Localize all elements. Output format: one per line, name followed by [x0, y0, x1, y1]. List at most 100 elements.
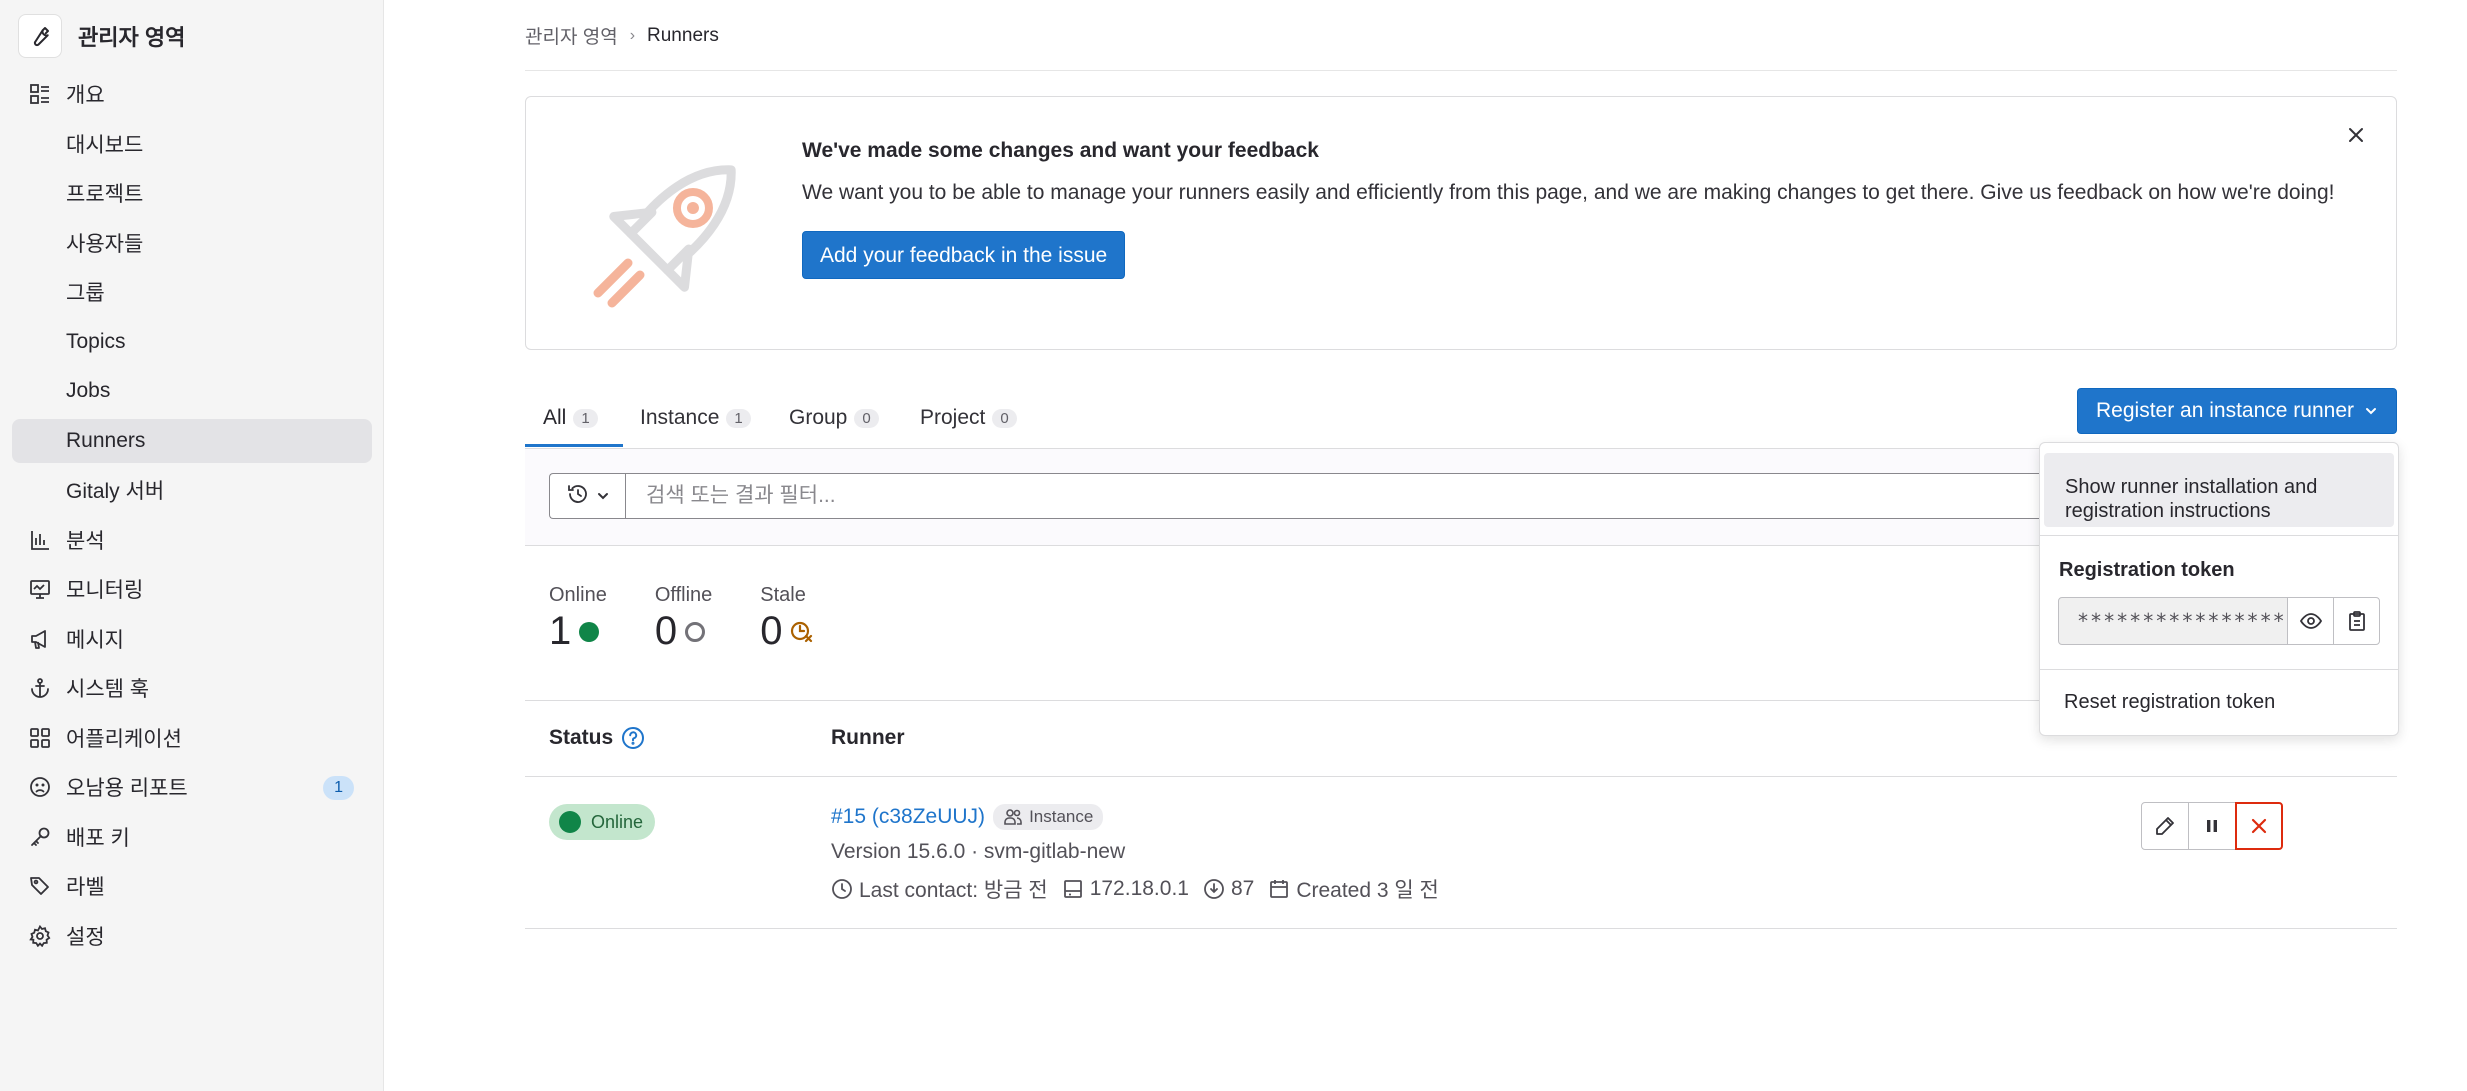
registration-token-field[interactable]: ****************: [2058, 597, 2288, 645]
sidebar-title: 관리자 영역: [78, 25, 186, 50]
sidebar-item-users[interactable]: 사용자들: [12, 221, 372, 265]
status-stale-icon: [789, 619, 815, 645]
runner-created: Created 3 일 전: [1296, 879, 1439, 902]
sidebar-item-labels[interactable]: 라벨: [12, 864, 372, 908]
sidebar-item-system-hooks[interactable]: 시스템 훅: [12, 666, 372, 710]
sidebar-item-deploy-keys[interactable]: 배포 키: [12, 815, 372, 859]
calendar-icon: [1268, 878, 1290, 900]
runner-jobs-count: 87: [1230, 877, 1255, 900]
search-input[interactable]: 검색 또는 결과 필터...: [625, 473, 2125, 519]
register-runner-dropdown: Show runner installation and registratio…: [2039, 442, 2399, 736]
runner-stats: Online 1 Offline 0 Stale 0: [549, 584, 863, 654]
sidebar-item-label: 그룹: [66, 282, 105, 305]
column-header-status: Status: [549, 726, 645, 750]
ip-address-icon: [1062, 878, 1084, 900]
sidebar-item-label: Jobs: [66, 379, 111, 402]
help-icon[interactable]: [621, 726, 645, 750]
runner-last-contact: Last contact: 방금 전: [859, 879, 1048, 902]
sidebar-item-messages[interactable]: 메시지: [12, 617, 372, 661]
tab-project[interactable]: Project 0: [920, 388, 1017, 448]
status-badge-label: Online: [591, 811, 644, 832]
breadcrumb-current[interactable]: Runners: [647, 25, 719, 47]
tab-label: Group: [789, 406, 848, 429]
tab-label: All: [543, 406, 567, 429]
stat-value: 0: [760, 609, 783, 653]
pencil-icon: [2154, 815, 2176, 837]
stat-offline: Offline 0: [655, 584, 712, 654]
sidebar-item-runners[interactable]: Runners: [12, 418, 372, 463]
chevron-right-icon: ›: [629, 26, 636, 44]
sidebar-header: 관리자 영역: [18, 14, 186, 58]
sidebar-item-gitaly[interactable]: Gitaly 서버: [12, 468, 372, 512]
rocket-illustration-icon: [593, 165, 736, 308]
tab-group[interactable]: Group 0: [789, 388, 879, 448]
sidebar-item-label: Runners: [66, 428, 146, 452]
breadcrumb: 관리자 영역 › Runners: [525, 22, 719, 49]
sidebar-item-label: Gitaly 서버: [66, 480, 165, 503]
runner-version: Version 15.6.0 · svm-gitlab-new: [831, 840, 1126, 863]
sidebar-item-groups[interactable]: 그룹: [12, 270, 372, 314]
feedback-title: We've made some changes and want your fe…: [802, 139, 1319, 162]
stat-label: Offline: [654, 584, 713, 606]
sidebar-item-label: 설정: [66, 925, 105, 949]
sidebar-item-label: 분석: [66, 529, 105, 553]
history-icon: [566, 482, 590, 511]
pause-runner-button[interactable]: [2188, 802, 2236, 850]
delete-runner-button[interactable]: [2235, 802, 2283, 850]
register-runner-button[interactable]: Register an instance runner: [2077, 388, 2397, 434]
registration-token-heading: Registration token: [2059, 559, 2235, 581]
runner-type-label: Instance: [1029, 807, 1094, 826]
status-online-icon: [577, 620, 601, 644]
bullhorn-icon: [28, 627, 52, 651]
sidebar-item-settings[interactable]: 설정: [12, 914, 372, 958]
sidebar-item-topics[interactable]: Topics: [12, 320, 372, 364]
edit-runner-button[interactable]: [2141, 802, 2189, 850]
copy-token-button[interactable]: [2333, 597, 2380, 645]
sidebar-item-label: 오남용 리포트: [66, 777, 188, 800]
divider: [525, 70, 2397, 71]
column-header-runner: Runner: [831, 726, 905, 749]
divider: [2040, 669, 2398, 670]
tab-count-badge: 1: [726, 408, 751, 428]
stat-stale: Stale 0: [760, 584, 814, 654]
search-history-dropdown[interactable]: [549, 473, 625, 519]
reveal-token-button[interactable]: [2287, 597, 2334, 645]
key-icon: [28, 825, 52, 849]
overview-icon: [28, 82, 52, 106]
sidebar-item-applications[interactable]: 어플리케이션: [12, 716, 372, 760]
stat-value: 0: [654, 609, 678, 653]
anchor-icon: [28, 676, 52, 700]
show-instructions-menu-item[interactable]: Show runner installation and registratio…: [2044, 453, 2394, 527]
sidebar-item-label: 메시지: [66, 628, 124, 652]
tab-instance[interactable]: Instance 1: [640, 388, 751, 448]
register-runner-label: Register an instance runner: [2096, 399, 2354, 422]
sidebar-item-label: 대시보드: [66, 133, 144, 157]
runner-meta: Last contact: 방금 전 172.18.0.1 87 Created…: [831, 874, 1453, 904]
sidebar-item-dashboard[interactable]: 대시보드: [12, 122, 372, 166]
status-badge: Online: [549, 804, 656, 840]
eye-icon: [2299, 609, 2323, 633]
runner-link[interactable]: #15 (c38ZeUUJ): [831, 805, 985, 829]
sidebar-item-monitoring[interactable]: 모니터링: [12, 567, 372, 611]
abuse-reports-count-badge: 1: [323, 776, 354, 800]
admin-wrench-icon[interactable]: [18, 14, 62, 58]
clock-icon: [831, 878, 853, 900]
reset-token-menu-item[interactable]: Reset registration token: [2064, 691, 2275, 714]
add-feedback-button[interactable]: Add your feedback in the issue: [802, 231, 1126, 279]
sidebar-item-label: 개요: [66, 84, 105, 107]
sidebar-item-analytics[interactable]: 분석: [12, 518, 372, 562]
stat-label: Stale: [760, 584, 806, 606]
status-online-icon: [559, 811, 581, 833]
tab-label: Instance: [640, 406, 720, 429]
close-icon[interactable]: [2342, 121, 2370, 149]
chevron-down-icon: [596, 489, 610, 503]
divider: [2040, 535, 2398, 536]
sidebar-item-abuse-reports[interactable]: 오남용 리포트 1: [12, 765, 372, 809]
sidebar-item-overview[interactable]: 개요: [12, 72, 372, 116]
sidebar-item-projects[interactable]: 프로젝트: [12, 171, 372, 215]
sidebar-item-jobs[interactable]: Jobs: [12, 369, 372, 413]
sidebar-item-label: 어플리케이션: [66, 727, 182, 751]
tab-all[interactable]: All 1: [543, 388, 598, 448]
breadcrumb-parent[interactable]: 관리자 영역: [525, 22, 618, 49]
labels-icon: [28, 874, 52, 898]
